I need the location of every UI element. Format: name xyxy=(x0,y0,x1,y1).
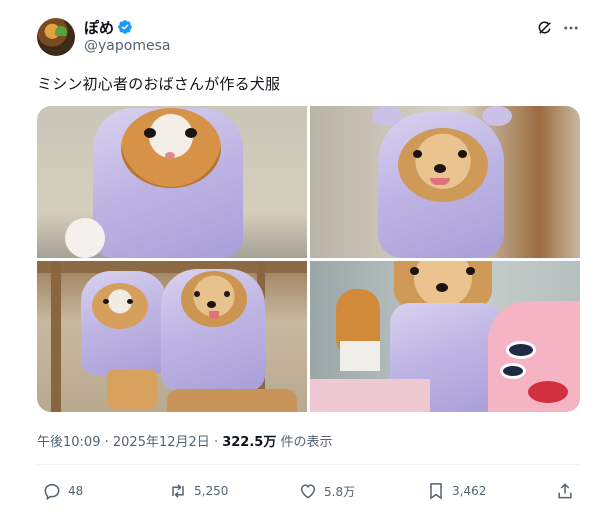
avatar[interactable] xyxy=(37,18,75,56)
more-icon[interactable] xyxy=(561,19,581,37)
meta-separator: · xyxy=(213,435,219,450)
photo-3[interactable] xyxy=(37,261,307,412)
share-icon xyxy=(558,483,572,499)
like-count: 5.8万 xyxy=(324,484,356,499)
reply-button[interactable]: 48 xyxy=(42,480,83,502)
bookmark-icon xyxy=(430,483,442,500)
tweet-meta: 午後10:09 · 2025年12月2日 · 322.5万 件の表示 xyxy=(37,431,333,450)
bookmark-count: 3,462 xyxy=(452,484,487,498)
verified-badge-icon xyxy=(118,20,132,34)
tweet-date[interactable]: 2025年12月2日 xyxy=(113,435,210,450)
meta-separator: · xyxy=(104,435,109,450)
share-button[interactable] xyxy=(555,480,581,502)
heart-icon xyxy=(300,484,316,499)
photo-4[interactable] xyxy=(310,261,580,412)
tweet-card: ぽめ @yapomesa ミシン初心者のおばさんが作る犬服 午後10:09 · … xyxy=(0,0,615,518)
display-name[interactable]: ぽめ xyxy=(84,17,114,38)
reply-count: 48 xyxy=(68,484,84,498)
grok-icon[interactable] xyxy=(536,19,554,37)
divider xyxy=(37,464,580,465)
bookmark-button[interactable]: 3,462 xyxy=(426,480,486,502)
tweet-text: ミシン初心者のおばさんが作る犬服 xyxy=(37,75,281,93)
photo-1[interactable] xyxy=(37,106,307,258)
handle[interactable]: @yapomesa xyxy=(84,38,170,54)
repost-icon xyxy=(172,484,184,498)
views-label: 件の表示 xyxy=(280,435,333,450)
tweet-time[interactable]: 午後10:09 xyxy=(37,435,100,450)
views-count: 322.5万 xyxy=(222,435,277,450)
reply-icon xyxy=(44,484,60,501)
photo-grid xyxy=(37,106,580,412)
like-button[interactable]: 5.8万 xyxy=(298,480,355,502)
repost-button[interactable]: 5,250 xyxy=(168,480,228,502)
repost-count: 5,250 xyxy=(194,484,229,498)
photo-2[interactable] xyxy=(310,106,580,258)
